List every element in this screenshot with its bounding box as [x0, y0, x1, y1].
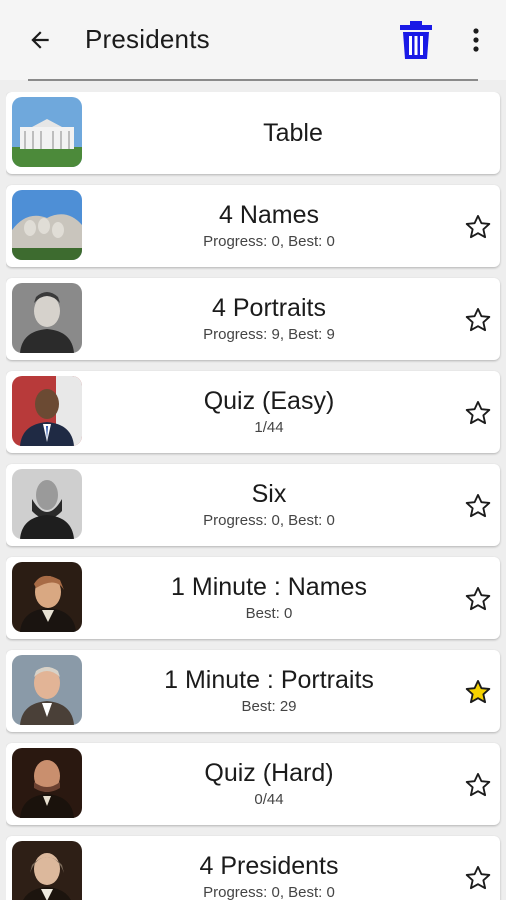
trash-icon: [400, 21, 432, 59]
item-subtitle: 1/44: [254, 419, 284, 436]
more-vert-icon: [473, 28, 479, 52]
star-outline-icon: [465, 493, 491, 518]
item-subtitle: Best: 29: [241, 698, 297, 715]
item-text: Table: [86, 92, 500, 174]
portrait-thumbnail: [12, 655, 82, 725]
list-item[interactable]: 4 Presidents Progress: 0, Best: 0: [6, 836, 500, 900]
item-text: Six Progress: 0, Best: 0: [86, 464, 452, 546]
star-outline-icon: [465, 307, 491, 332]
item-title: 4 Names: [218, 201, 320, 229]
star-outline-icon: [465, 214, 491, 239]
favorite-toggle[interactable]: [462, 490, 494, 522]
delete-button[interactable]: [396, 18, 436, 62]
item-subtitle: Progress: 0, Best: 0: [203, 884, 335, 900]
favorite-toggle[interactable]: [462, 211, 494, 243]
portrait-thumbnail: [12, 748, 82, 818]
favorite-toggle[interactable]: [462, 397, 494, 429]
item-title: 4 Presidents: [199, 852, 339, 880]
portrait-thumbnail: [12, 562, 82, 632]
mount-rushmore-thumbnail: [12, 190, 82, 260]
item-text: Quiz (Hard) 0/44: [86, 743, 452, 825]
portrait-thumbnail: [12, 283, 82, 353]
header-divider: [28, 79, 478, 81]
portrait-thumbnail: [12, 841, 82, 900]
list-item[interactable]: 4 Names Progress: 0, Best: 0: [6, 185, 500, 267]
list-item[interactable]: Table: [6, 92, 500, 174]
list-item[interactable]: 1 Minute : Portraits Best: 29: [6, 650, 500, 732]
back-button[interactable]: [20, 22, 60, 58]
item-text: 4 Portraits Progress: 9, Best: 9: [86, 278, 452, 360]
item-text: 1 Minute : Names Best: 0: [86, 557, 452, 639]
item-title: Table: [263, 119, 323, 147]
item-title: Six: [251, 480, 287, 508]
list-item[interactable]: Six Progress: 0, Best: 0: [6, 464, 500, 546]
favorite-toggle[interactable]: [462, 583, 494, 615]
item-title: 1 Minute : Portraits: [164, 666, 374, 694]
mode-list: Table 4 Names Progress: 0, Best: 0 4 Por…: [6, 92, 502, 900]
item-subtitle: Best: 0: [245, 605, 293, 622]
white-house-thumbnail: [12, 97, 82, 167]
arrow-back-icon: [31, 31, 49, 49]
overflow-menu-button[interactable]: [462, 22, 490, 58]
item-subtitle: 0/44: [254, 791, 284, 808]
item-title: Quiz (Easy): [203, 387, 335, 415]
favorite-toggle[interactable]: [462, 676, 494, 708]
item-text: 1 Minute : Portraits Best: 29: [86, 650, 452, 732]
list-item[interactable]: Quiz (Easy) 1/44: [6, 371, 500, 453]
star-filled-icon: [465, 679, 491, 704]
favorite-toggle[interactable]: [462, 862, 494, 894]
page-title: Presidents: [85, 24, 210, 54]
list-item[interactable]: Quiz (Hard) 0/44: [6, 743, 500, 825]
star-outline-icon: [465, 772, 491, 797]
star-outline-icon: [465, 865, 491, 890]
item-subtitle: Progress: 0, Best: 0: [203, 233, 335, 250]
item-subtitle: Progress: 9, Best: 9: [203, 326, 335, 343]
favorite-toggle[interactable]: [462, 769, 494, 801]
item-title: 1 Minute : Names: [171, 573, 367, 601]
star-outline-icon: [465, 400, 491, 425]
list-item[interactable]: 1 Minute : Names Best: 0: [6, 557, 500, 639]
list-item[interactable]: 4 Portraits Progress: 9, Best: 9: [6, 278, 500, 360]
item-text: 4 Presidents Progress: 0, Best: 0: [86, 836, 452, 900]
portrait-thumbnail: [12, 469, 82, 539]
item-text: Quiz (Easy) 1/44: [86, 371, 452, 453]
item-title: 4 Portraits: [212, 294, 326, 322]
item-text: 4 Names Progress: 0, Best: 0: [86, 185, 452, 267]
favorite-toggle[interactable]: [462, 304, 494, 336]
item-title: Quiz (Hard): [204, 759, 334, 787]
portrait-thumbnail: [12, 376, 82, 446]
app-bar: Presidents: [0, 0, 506, 81]
star-outline-icon: [465, 586, 491, 611]
item-subtitle: Progress: 0, Best: 0: [203, 512, 335, 529]
